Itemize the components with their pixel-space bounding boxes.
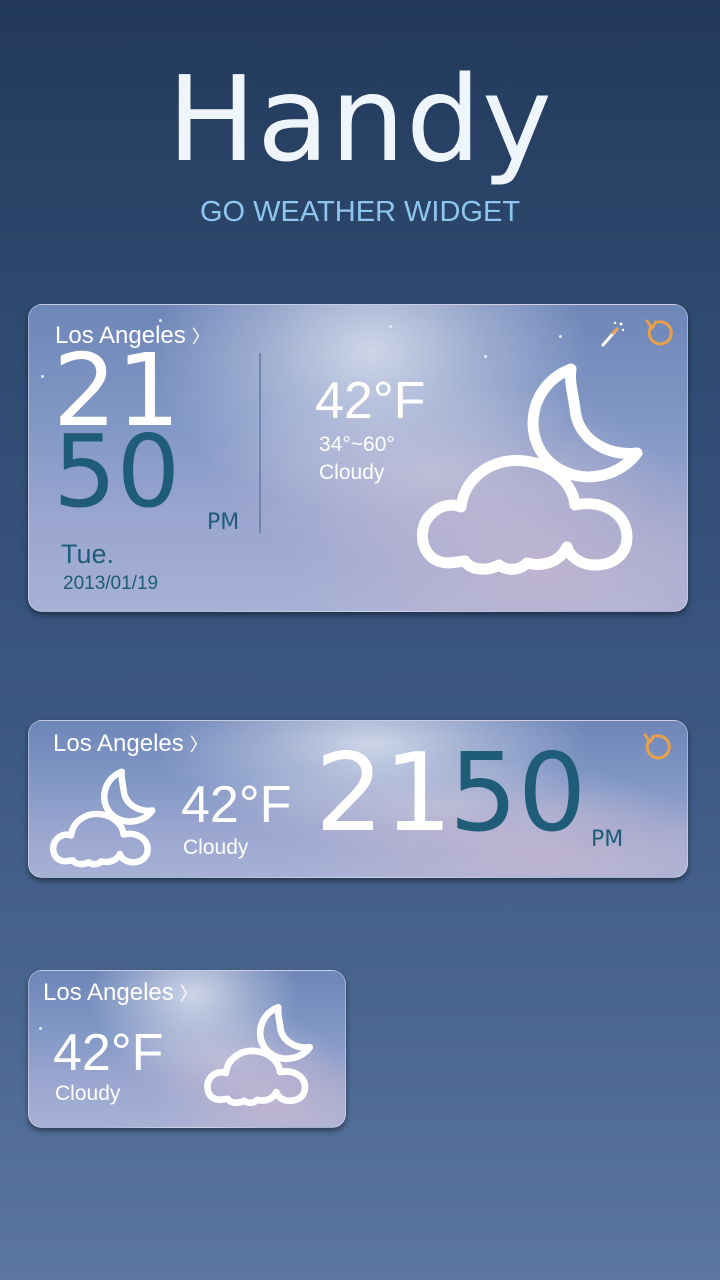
temperature-range: 34°~60° — [319, 433, 395, 456]
chevron-right-icon: 〉 — [189, 735, 208, 755]
weather-condition: Cloudy — [55, 1082, 121, 1105]
clock-hour[interactable]: 21 — [315, 729, 452, 859]
chevron-right-icon: 〉 — [191, 327, 210, 347]
current-temperature: 42°F — [53, 1024, 164, 1082]
star-decoration — [389, 325, 392, 328]
city-name: Los Angeles — [43, 979, 174, 1006]
weather-condition: Cloudy — [183, 836, 249, 859]
cloudy-night-icon — [416, 363, 643, 575]
weather-widget-small[interactable]: Los Angeles 〉 42°F Cloudy — [28, 970, 346, 1128]
city-name: Los Angeles — [53, 730, 184, 757]
clock-ampm: PM — [207, 510, 240, 535]
refresh-icon[interactable] — [641, 731, 673, 763]
cloudy-night-icon — [204, 1003, 314, 1107]
date-text: 2013/01/19 — [63, 573, 159, 594]
city-selector[interactable]: Los Angeles 〉 — [43, 979, 198, 1007]
app-subtitle: GO WEATHER WIDGET — [199, 196, 521, 228]
clock-minute[interactable]: 50 — [53, 417, 180, 527]
refresh-icon[interactable] — [643, 317, 675, 349]
divider — [259, 353, 261, 533]
day-of-week: Tue. — [61, 539, 115, 569]
clock-ampm: PM — [591, 827, 624, 852]
cloudy-night-icon — [50, 768, 156, 868]
clock-minute[interactable]: 50 — [449, 729, 586, 859]
current-temperature: 42°F — [181, 776, 292, 834]
star-decoration — [41, 375, 44, 378]
weather-widget-large[interactable]: Los Angeles 〉 21 50 PM Tue. 2013/01/19 42… — [28, 304, 688, 612]
weather-condition: Cloudy — [319, 461, 385, 484]
star-decoration — [39, 1027, 42, 1030]
star-decoration — [559, 335, 562, 338]
chevron-right-icon: 〉 — [179, 984, 198, 1004]
magic-wand-icon[interactable] — [597, 319, 627, 349]
app-title: Handy — [167, 50, 553, 188]
city-selector[interactable]: Los Angeles 〉 — [53, 730, 208, 758]
weather-widget-medium[interactable]: Los Angeles 〉 42°F Cloudy 21 50 PM — [28, 720, 688, 878]
